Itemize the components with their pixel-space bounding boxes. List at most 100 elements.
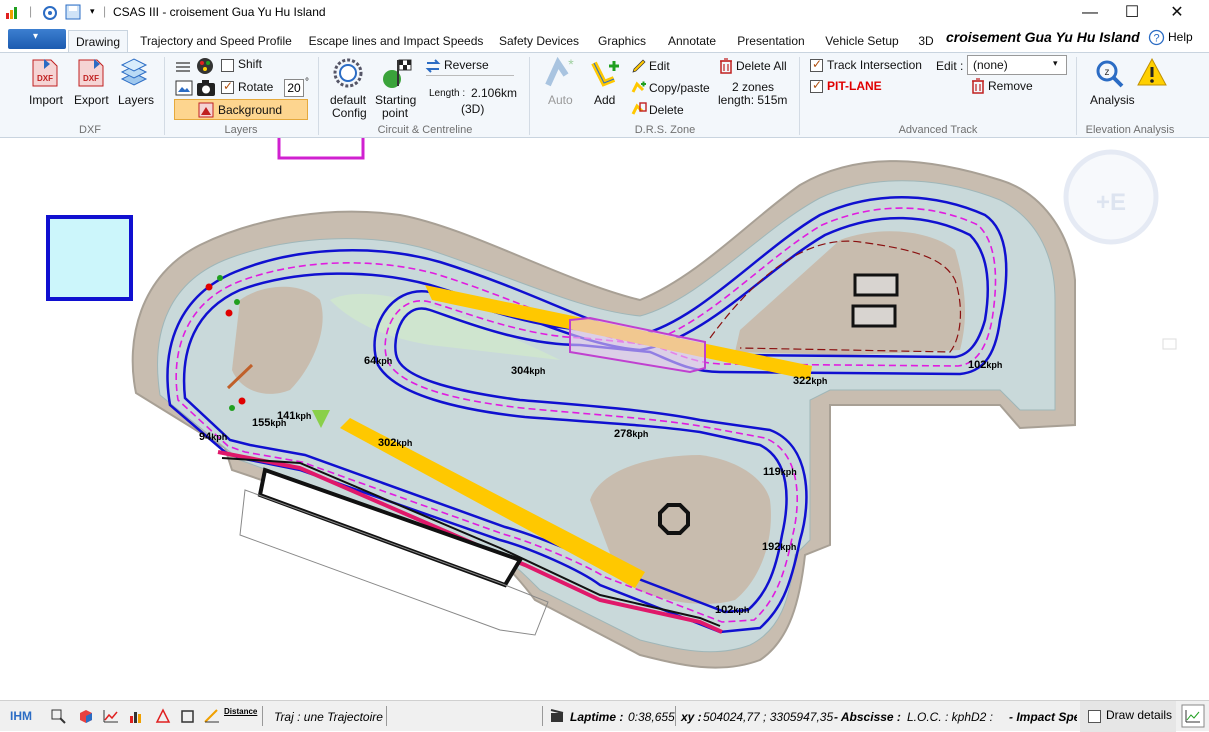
default-config-label-1[interactable]: default: [330, 93, 366, 107]
circuit-canvas[interactable]: +E 64kph 304kph 322kph 102kph 141kph 155…: [0, 138, 1209, 700]
speed-label: 278kph: [614, 428, 648, 440]
quick-access-dropdown-icon[interactable]: ▾: [90, 6, 95, 17]
cube-icon[interactable]: [78, 708, 94, 724]
length-value: 2.106km: [471, 86, 518, 100]
export-button[interactable]: Export: [74, 93, 109, 107]
drs-add-icon[interactable]: [590, 57, 624, 89]
layers-button[interactable]: Layers: [118, 93, 154, 107]
ribbon-tabs: Drawing Trajectory and Speed Profile Esc…: [0, 26, 1209, 52]
save-quick-icon[interactable]: [65, 4, 81, 20]
group-separator: [529, 57, 530, 135]
drs-delete-all-button[interactable]: Delete All: [736, 59, 787, 73]
graph-icon[interactable]: [103, 708, 119, 724]
rotate-angle-input[interactable]: 20: [284, 79, 304, 97]
draw-details-checkbox[interactable]: [1088, 710, 1101, 723]
reverse-underline: [426, 75, 514, 76]
drs-edit-button[interactable]: Edit: [649, 59, 670, 73]
speed-label: 192kph: [762, 541, 796, 553]
tab-graphics[interactable]: Graphics: [590, 30, 654, 52]
bar-graph-icon[interactable]: [128, 708, 144, 724]
tab-vehicle-setup[interactable]: Vehicle Setup: [818, 30, 906, 52]
layers-icon[interactable]: [118, 57, 150, 89]
background-label: Background: [218, 103, 283, 117]
status-bar: IHM Distance Traj : une Trajectoire Lapt…: [0, 700, 1209, 732]
close-icon[interactable]: ✕: [1155, 2, 1199, 24]
zoom-icon[interactable]: [50, 708, 66, 724]
speed-label: 119kph: [763, 466, 797, 478]
scroll-handle[interactable]: [1162, 338, 1177, 350]
drs-auto-icon[interactable]: *: [544, 57, 578, 89]
drs-delete-icon[interactable]: [631, 101, 647, 117]
rotate-checkbox[interactable]: [221, 79, 234, 94]
help-icon[interactable]: ?: [1148, 29, 1165, 46]
analysis-button[interactable]: Analysis: [1090, 93, 1135, 107]
default-config-icon[interactable]: [332, 57, 364, 89]
status-separator: [386, 706, 387, 726]
help-label[interactable]: Help: [1168, 30, 1193, 44]
triangle-icon[interactable]: [155, 708, 171, 724]
import-button[interactable]: Import: [29, 93, 63, 107]
drs-add-button[interactable]: Add: [594, 93, 615, 107]
palette-icon[interactable]: [196, 57, 214, 75]
tab-drawing[interactable]: Drawing: [68, 30, 128, 52]
remove-button[interactable]: Remove: [988, 79, 1033, 93]
tab-annotate[interactable]: Annotate: [660, 30, 724, 52]
tab-escape-lines[interactable]: Escape lines and Impact Speeds: [304, 30, 488, 52]
track-intersection-checkbox[interactable]: [810, 57, 823, 72]
remove-icon[interactable]: [971, 78, 985, 94]
speed-label: 94kph: [199, 431, 227, 443]
dxf-import-icon[interactable]: DXF: [30, 57, 62, 89]
chevron-down-icon: ▾: [33, 31, 39, 42]
shift-label: Shift: [238, 57, 263, 71]
background-icon: [198, 102, 214, 118]
square-icon[interactable]: [180, 708, 196, 724]
draw-details-panel: Draw details: [1080, 701, 1176, 732]
reverse-icon[interactable]: [425, 58, 441, 74]
layers-small-icon[interactable]: [175, 59, 191, 73]
rotate-unit: °: [305, 77, 309, 88]
copy-paste-icon[interactable]: [631, 80, 647, 96]
default-config-label-2[interactable]: Config: [332, 106, 367, 120]
marker: [229, 405, 235, 411]
grid-view-icon[interactable]: [1181, 704, 1205, 728]
picture-icon[interactable]: [175, 80, 193, 96]
tab-3d[interactable]: 3D: [912, 30, 940, 52]
drs-auto-button[interactable]: Auto: [548, 93, 573, 107]
svg-text:?: ?: [1153, 33, 1159, 45]
camera-icon[interactable]: [196, 79, 216, 97]
tab-safety-devices[interactable]: Safety Devices: [494, 30, 584, 52]
length-mode: (3D): [461, 102, 485, 116]
reverse-button[interactable]: Reverse: [444, 58, 489, 72]
drs-copy-paste-button[interactable]: Copy/paste: [649, 81, 710, 95]
abscisse-label: - Abscisse :: [834, 710, 901, 724]
settings-quick-icon[interactable]: [42, 5, 58, 21]
starting-point-label-1[interactable]: Starting: [375, 93, 416, 107]
drs-delete-button[interactable]: Delete: [649, 103, 684, 117]
edit-select[interactable]: (none) ▾: [967, 55, 1067, 75]
laptime-label: Laptime :: [570, 710, 624, 724]
warning-icon[interactable]: [1136, 57, 1168, 87]
edit-icon[interactable]: [631, 58, 647, 74]
group-separator: [1076, 57, 1077, 135]
ihm-label[interactable]: IHM: [10, 709, 32, 723]
starting-point-icon[interactable]: [380, 57, 414, 89]
group-separator: [164, 57, 165, 135]
angle-icon[interactable]: [203, 708, 221, 724]
pit-lane-checkbox[interactable]: [810, 78, 823, 93]
tab-trajectory-speed[interactable]: Trajectory and Speed Profile: [134, 30, 298, 52]
length-label: Length :: [429, 88, 466, 99]
tab-presentation[interactable]: Presentation: [730, 30, 812, 52]
elevation-analysis-icon[interactable]: z: [1094, 57, 1128, 89]
distance-tool[interactable]: Distance: [224, 707, 257, 716]
circuit-map[interactable]: +E 64kph304kph322kph102kph141kph155kph94…: [0, 138, 1209, 700]
maximize-icon[interactable]: ☐: [1110, 2, 1154, 24]
background-button[interactable]: Background: [174, 99, 308, 120]
edit-select-value: (none): [973, 58, 1008, 72]
minimize-icon[interactable]: —: [1068, 2, 1112, 24]
starting-point-label-2[interactable]: point: [382, 106, 408, 120]
delete-all-icon[interactable]: [719, 58, 733, 74]
dxf-export-icon[interactable]: DXF: [76, 57, 108, 89]
shift-checkbox[interactable]: [221, 59, 234, 72]
layer-marker-square: [46, 215, 133, 301]
file-menu-button[interactable]: ▾: [8, 29, 66, 49]
